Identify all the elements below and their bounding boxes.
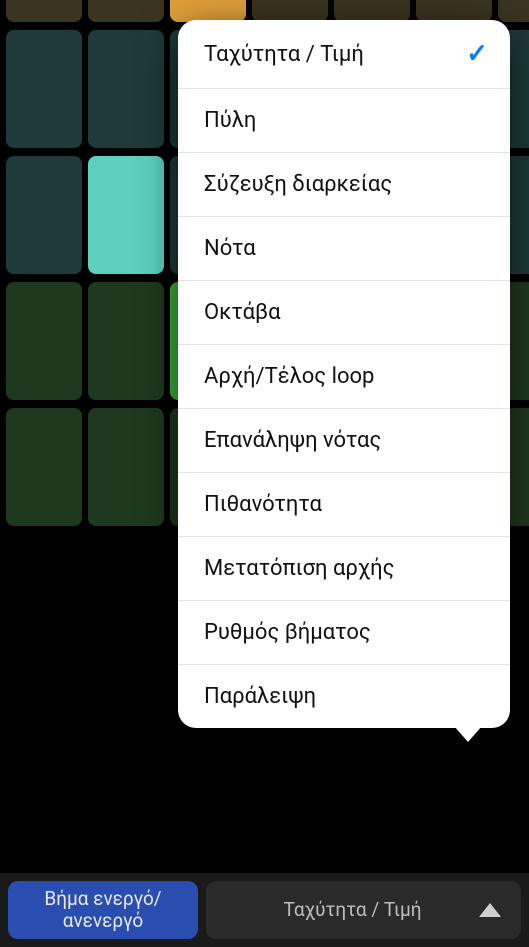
chevron-up-icon [479,903,501,917]
check-icon: ✓ [466,39,488,69]
sequencer-cell[interactable] [6,408,82,526]
edit-mode-menu-item[interactable]: Σύζευξη διαρκείας [178,153,510,217]
bottom-toolbar: Βήμα ενεργό/ ανενεργό Ταχύτητα / Τιμή [0,873,529,947]
edit-mode-menu-item[interactable]: Ρυθμός βήματος [178,601,510,665]
sequencer-cell[interactable] [6,282,82,400]
sequencer-cell[interactable] [6,30,82,148]
menu-item-label: Οκτάβα [204,300,281,325]
sequencer-cell[interactable] [88,408,164,526]
sequencer-cell[interactable] [88,282,164,400]
sequencer-cell[interactable] [416,0,492,22]
menu-item-label: Παράλειψη [204,684,316,709]
edit-mode-menu: Ταχύτητα / Τιμή ✓ Πύλη Σύζευξη διαρκείας Νότ… [178,20,510,728]
edit-mode-menu-item[interactable]: Ταχύτητα / Τιμή ✓ [178,20,510,89]
sequencer-cell[interactable] [498,0,529,22]
menu-item-label: Πύλη [204,108,256,133]
edit-mode-button[interactable]: Ταχύτητα / Τιμή [206,881,521,939]
sequencer-cell[interactable] [6,0,82,22]
step-toggle-label: Βήμα ενεργό/ ανενεργό [44,888,161,932]
sequencer-cell[interactable] [170,0,246,22]
step-toggle-button[interactable]: Βήμα ενεργό/ ανενεργό [8,881,198,939]
menu-item-label: Ταχύτητα / Τιμή [204,42,364,67]
edit-mode-menu-item[interactable]: Πιθανότητα [178,473,510,537]
edit-mode-menu-item[interactable]: Παράλειψη [178,665,510,728]
sequencer-cell[interactable] [252,0,328,22]
sequencer-cell[interactable] [6,156,82,274]
edit-mode-menu-item[interactable]: Επανάληψη νότας [178,409,510,473]
edit-mode-menu-item[interactable]: Μετατόπιση αρχής [178,537,510,601]
menu-item-label: Ρυθμός βήματος [204,620,371,645]
sequencer-cell[interactable] [88,156,164,274]
edit-mode-popover: Ταχύτητα / Τιμή ✓ Πύλη Σύζευξη διαρκείας Νότ… [178,20,510,728]
menu-item-label: Επανάληψη νότας [204,428,381,453]
menu-item-label: Μετατόπιση αρχής [204,556,394,581]
edit-mode-label: Ταχύτητα / Τιμή [220,899,485,921]
sequencer-cell[interactable] [88,0,164,22]
edit-mode-menu-item[interactable]: Αρχή/Τέλος loop [178,345,510,409]
edit-mode-menu-item[interactable]: Νότα [178,217,510,281]
menu-item-label: Αρχή/Τέλος loop [204,364,374,389]
sequencer-cell[interactable] [334,0,410,22]
edit-mode-menu-item[interactable]: Οκτάβα [178,281,510,345]
menu-item-label: Πιθανότητα [204,492,322,517]
menu-item-label: Νότα [204,236,256,261]
menu-item-label: Σύζευξη διαρκείας [204,172,392,197]
sequencer-cell[interactable] [88,30,164,148]
edit-mode-menu-item[interactable]: Πύλη [178,89,510,153]
